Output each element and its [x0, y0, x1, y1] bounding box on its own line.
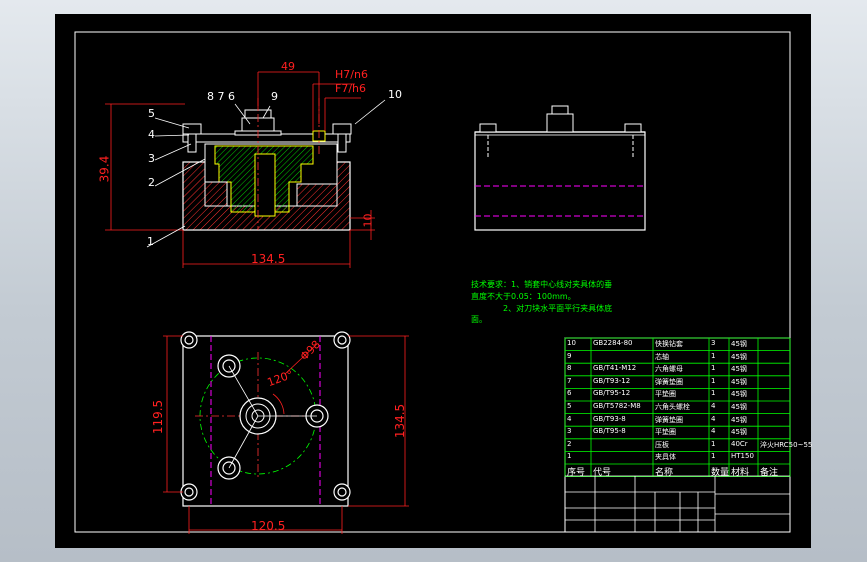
- body-step-left: [204, 181, 228, 207]
- bolt-left: [187, 133, 197, 153]
- drawing-canvas: [74, 31, 791, 534]
- bom-table: [564, 337, 791, 533]
- body-step: [296, 183, 338, 207]
- sheet-border: [74, 31, 791, 533]
- cad-viewport[interactable]: 5 4 3 2 1 8 7 6 9 10 134.5 39.4 49 10 H7…: [55, 14, 812, 548]
- bolt-right: [337, 133, 347, 153]
- bolt-head-right: [332, 123, 352, 135]
- front-section-view: [105, 71, 386, 268]
- top-view: [163, 331, 409, 534]
- bolt-head-left: [182, 123, 202, 135]
- side-view: [474, 105, 646, 231]
